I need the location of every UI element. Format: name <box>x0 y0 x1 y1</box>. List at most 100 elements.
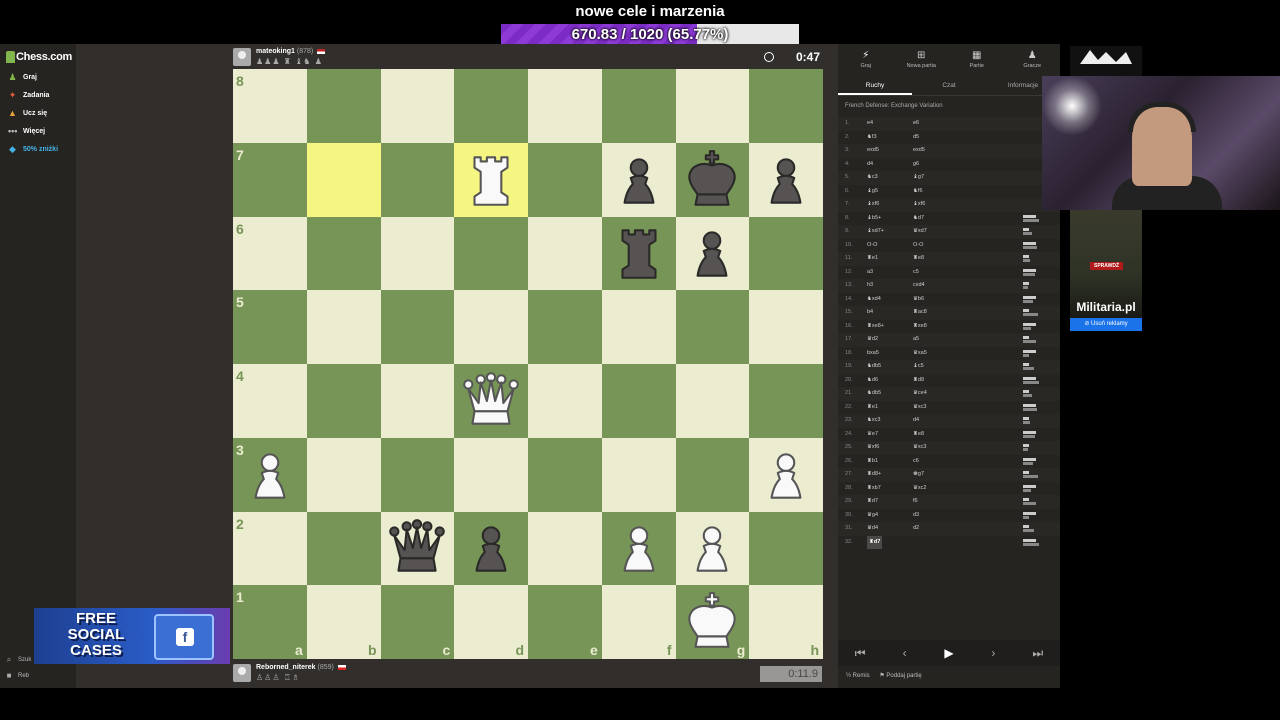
square-c3[interactable] <box>380 437 455 512</box>
black-move[interactable]: ♞d7 <box>913 212 924 226</box>
white-rook-icon[interactable] <box>454 143 528 217</box>
white-pawn-icon[interactable] <box>602 512 676 586</box>
sidebar-item-0[interactable]: ♟ Graj <box>0 68 76 86</box>
square-b7[interactable] <box>306 142 381 217</box>
square-e4[interactable] <box>528 364 602 438</box>
black-move[interactable]: c6 <box>913 455 919 469</box>
player-name[interactable]: Reborned_niterek <box>256 664 316 671</box>
square-d4[interactable] <box>454 364 528 438</box>
white-move[interactable]: e4 <box>867 117 873 131</box>
remove-ads-button[interactable]: ⊘ Usuń reklamy <box>1070 318 1142 331</box>
white-pawn-icon[interactable] <box>749 438 823 512</box>
black-move[interactable]: a5 <box>913 333 919 347</box>
square-f6[interactable] <box>601 216 676 291</box>
black-move[interactable]: ♛xa5 <box>913 347 927 361</box>
square-a6[interactable]: 6 <box>233 216 307 291</box>
square-c8[interactable] <box>380 69 455 143</box>
black-move[interactable]: ♝c5 <box>913 360 924 374</box>
square-e5[interactable] <box>528 290 602 364</box>
square-d7[interactable] <box>454 142 528 217</box>
square-a2[interactable]: 2 <box>233 511 307 586</box>
white-move[interactable]: ♜d8+ <box>867 468 881 482</box>
square-h8[interactable] <box>749 69 823 143</box>
square-b5[interactable] <box>306 290 381 364</box>
tab-1[interactable]: ⊞ Nowa partia <box>894 44 950 74</box>
white-move[interactable]: ♝xd7+ <box>867 225 884 239</box>
white-move[interactable]: b4 <box>867 306 873 320</box>
square-b6[interactable] <box>306 216 381 291</box>
black-king-icon[interactable] <box>676 143 750 217</box>
square-h7[interactable] <box>749 142 823 217</box>
black-move[interactable]: ♛ce4 <box>913 387 927 401</box>
square-f2[interactable] <box>601 511 676 586</box>
black-move[interactable]: ♜ac8 <box>913 306 927 320</box>
square-h4[interactable] <box>749 364 823 438</box>
side-ad[interactable]: SPRAWDŹ Militaria.pl <box>1070 210 1142 318</box>
white-king-icon[interactable] <box>676 585 750 659</box>
black-move[interactable]: cxd4 <box>913 279 925 293</box>
square-e1[interactable]: e <box>528 585 602 659</box>
black-pawn-icon[interactable] <box>454 512 528 586</box>
black-move[interactable]: ♜xe8 <box>913 320 927 334</box>
square-b1[interactable]: b <box>306 585 381 659</box>
sidebar-item-1[interactable]: ✦ Zadania <box>0 86 76 104</box>
square-c2[interactable] <box>380 511 455 586</box>
square-b8[interactable] <box>306 69 381 143</box>
black-move[interactable]: g6 <box>913 158 919 172</box>
square-c7[interactable] <box>380 142 455 217</box>
black-move[interactable]: ♝xf6 <box>913 198 925 212</box>
white-pawn-icon[interactable] <box>233 438 307 512</box>
square-a1[interactable]: 1a <box>233 585 307 659</box>
chess-com-logo[interactable]: Chess.com <box>0 46 76 68</box>
square-b4[interactable] <box>306 364 381 438</box>
subtab-1[interactable]: Czat <box>912 76 986 95</box>
square-g2[interactable] <box>675 511 750 586</box>
square-g5[interactable] <box>675 290 750 364</box>
black-queen-icon[interactable] <box>381 512 455 586</box>
black-move[interactable]: ♚g7 <box>913 468 924 482</box>
black-move[interactable]: ♜d8 <box>913 374 924 388</box>
white-queen-icon[interactable] <box>454 364 528 438</box>
tab-3[interactable]: ♟ Gracze <box>1005 44 1061 74</box>
square-e2[interactable] <box>528 511 602 586</box>
black-move[interactable]: d5 <box>913 131 919 145</box>
white-move[interactable]: ♞d6 <box>867 374 878 388</box>
black-rook-icon[interactable] <box>602 217 676 291</box>
black-move[interactable]: e6 <box>913 117 919 131</box>
black-move[interactable]: d3 <box>913 509 919 523</box>
white-move[interactable]: ♞db5 <box>867 360 881 374</box>
white-move[interactable]: ♜xe8+ <box>867 320 884 334</box>
white-move[interactable]: ♞c3 <box>867 171 878 185</box>
white-move[interactable]: ♞f3 <box>867 131 877 145</box>
white-move[interactable]: ♛xf6 <box>867 441 879 455</box>
black-move[interactable]: f6 <box>913 495 918 509</box>
black-move[interactable]: ♜e8 <box>913 428 924 442</box>
square-e8[interactable] <box>528 69 602 143</box>
square-b3[interactable] <box>306 437 381 512</box>
avatar[interactable] <box>233 48 251 66</box>
black-move[interactable]: ♛xc2 <box>913 482 927 496</box>
square-a3[interactable]: 3 <box>233 437 307 512</box>
white-move[interactable]: a3 <box>867 266 873 280</box>
black-move[interactable]: d4 <box>913 414 919 428</box>
subtab-0[interactable]: Ruchy <box>838 76 912 95</box>
white-move[interactable]: d4 <box>867 158 873 172</box>
sidebar-item-4[interactable]: ◆ 50% zniżki <box>0 140 76 158</box>
square-g1[interactable]: g <box>675 585 750 659</box>
black-move[interactable]: c5 <box>913 266 919 280</box>
first-move-button[interactable]: ⏮ <box>838 640 882 666</box>
square-h6[interactable] <box>749 216 823 291</box>
square-f1[interactable]: f <box>601 585 676 659</box>
white-move[interactable]: ♛e7 <box>867 428 878 442</box>
white-move[interactable]: ♞xc3 <box>867 414 881 428</box>
resign-button[interactable]: ⚑ Poddaj partię <box>879 673 921 679</box>
square-d5[interactable] <box>454 290 528 364</box>
last-move-button[interactable]: ⏭ <box>1016 640 1060 666</box>
avatar[interactable] <box>233 664 251 682</box>
black-move[interactable]: ♛b6 <box>913 293 924 307</box>
square-g8[interactable] <box>675 69 750 143</box>
white-move[interactable]: ♜e1 <box>867 252 878 266</box>
square-c6[interactable] <box>380 216 455 291</box>
white-move[interactable]: ♝g5 <box>867 185 878 199</box>
black-move[interactable]: ♝g7 <box>913 171 924 185</box>
